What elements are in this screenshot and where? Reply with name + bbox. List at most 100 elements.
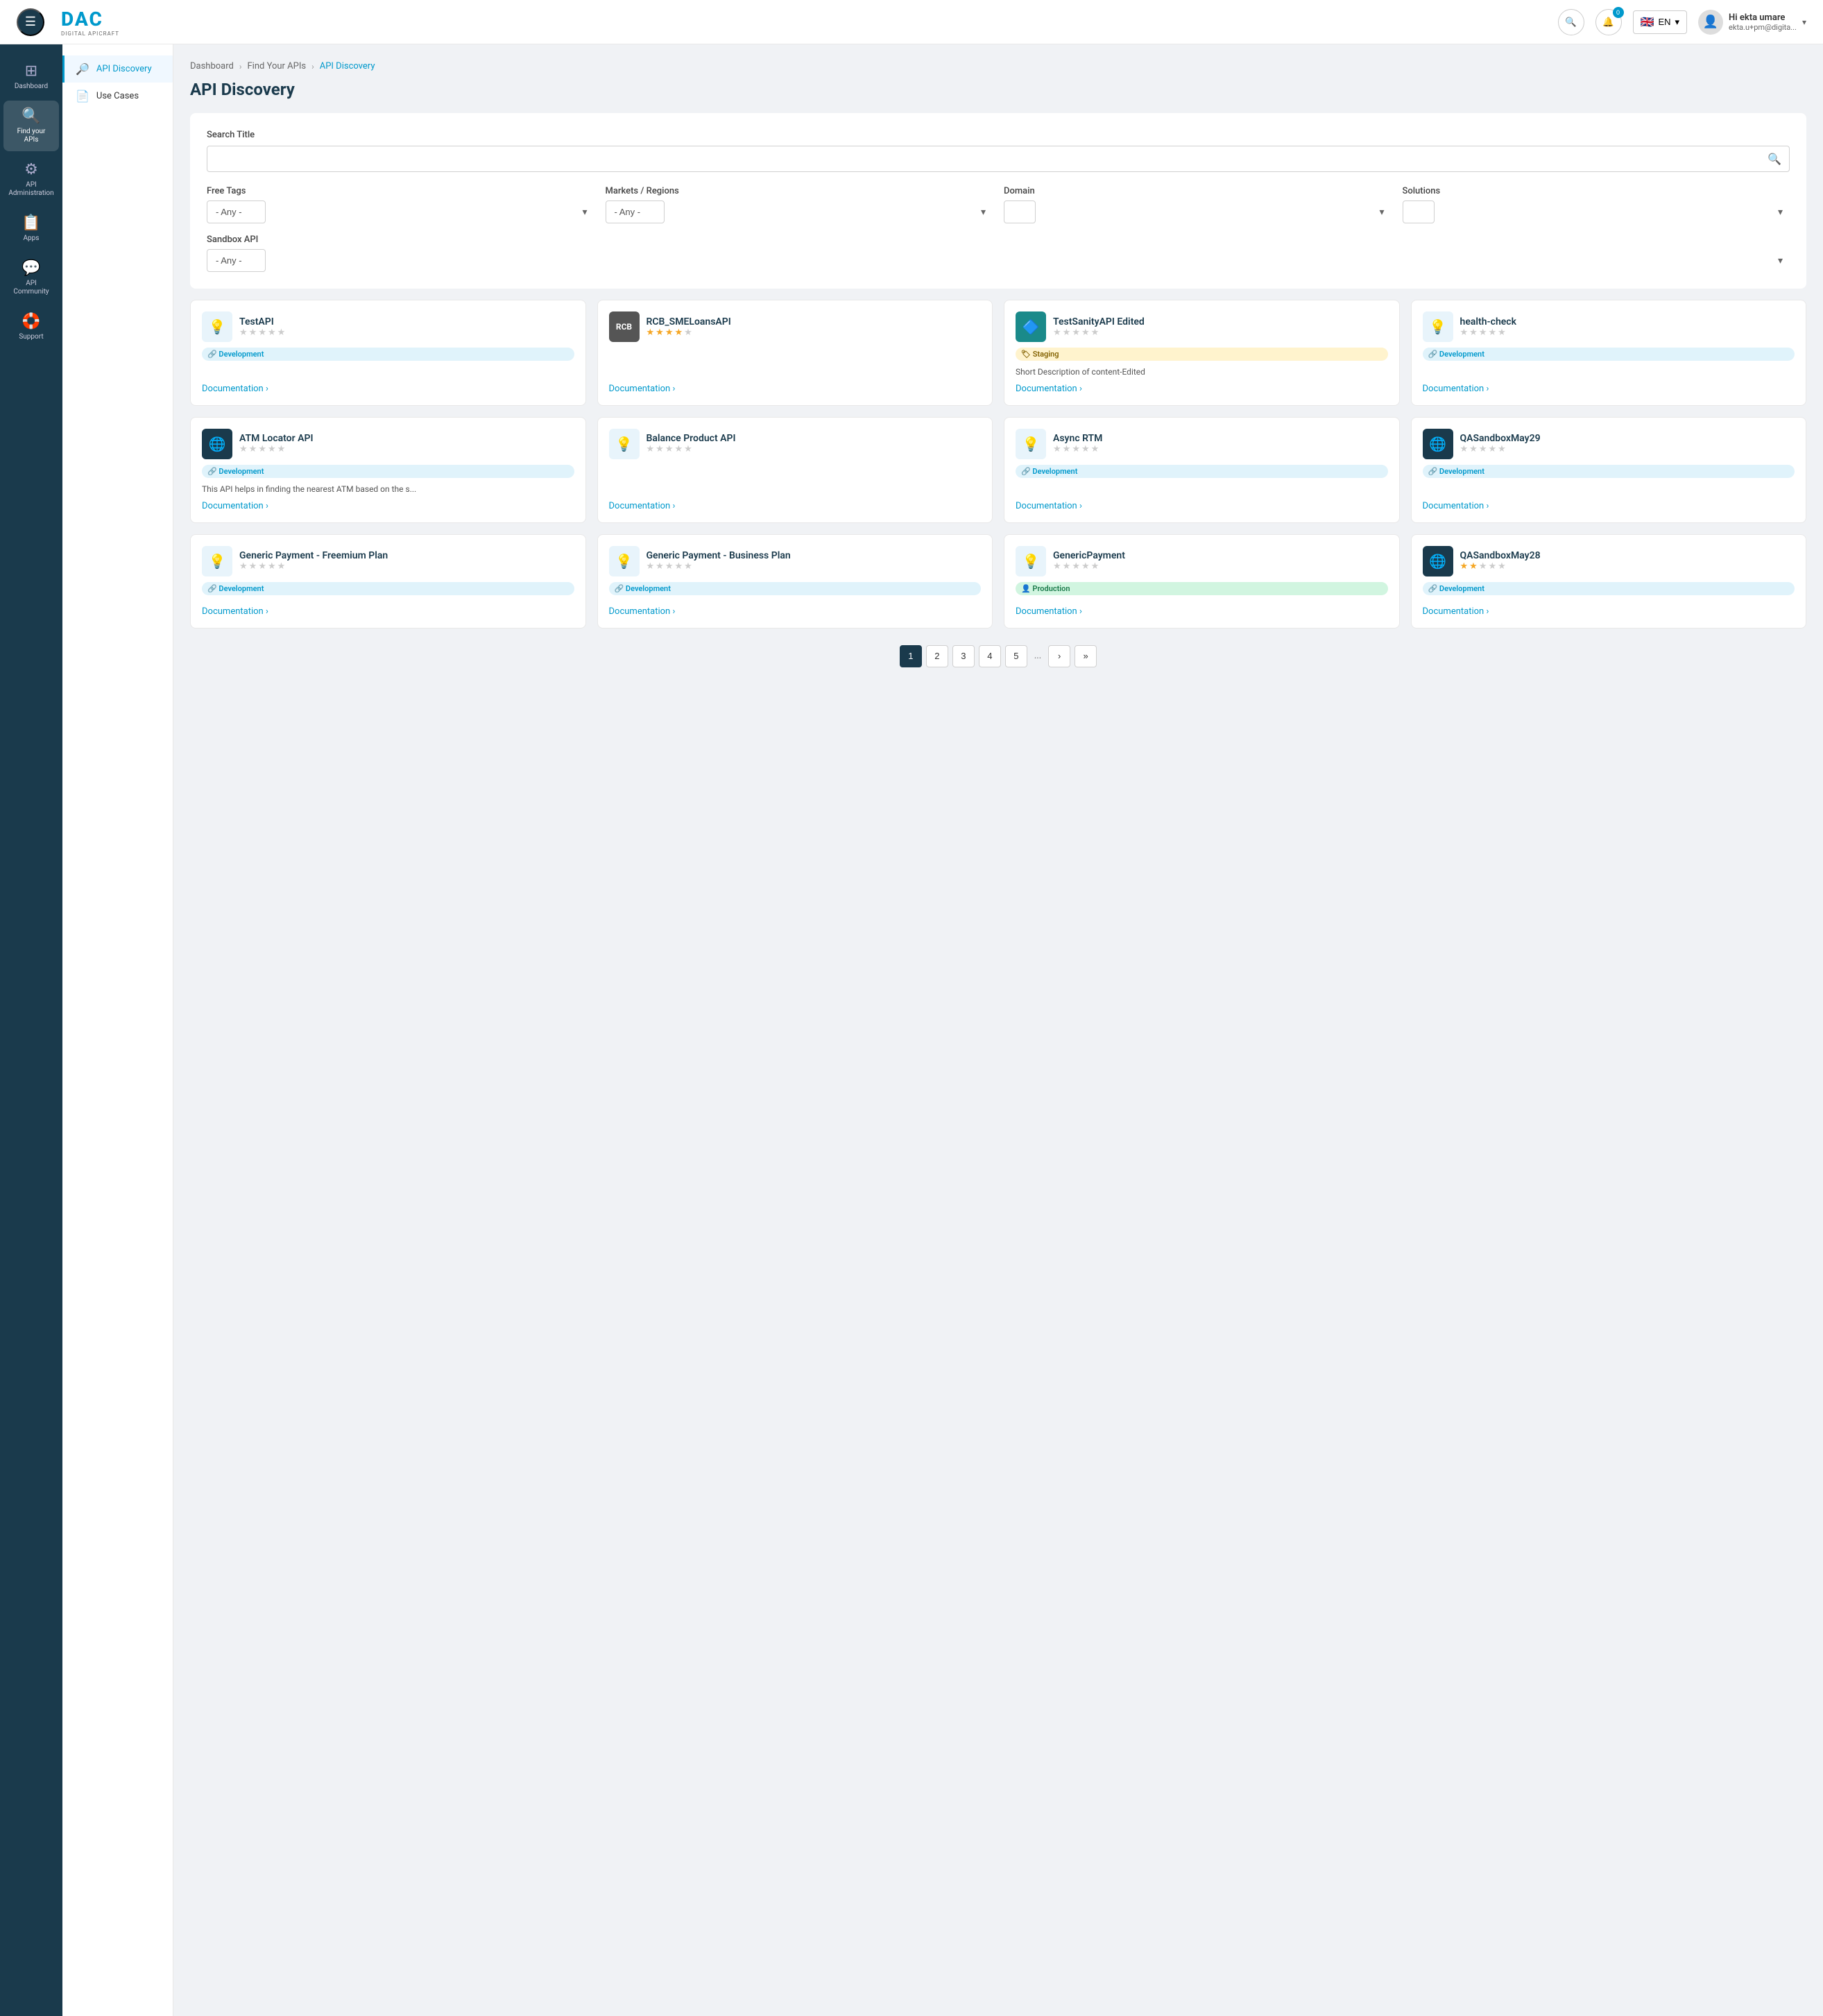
card-thumb-atm-locator: 🌐 bbox=[202, 429, 232, 459]
card-link-qasandboxmay28[interactable]: Documentation › bbox=[1423, 606, 1795, 617]
filter-select-sandbox[interactable]: - Any - bbox=[207, 249, 266, 272]
support-icon: 🛟 bbox=[22, 313, 40, 330]
card-stars-genericpayment: ★★★★★ bbox=[1053, 561, 1125, 572]
filter-group-free-tags: Free Tags - Any - bbox=[207, 186, 594, 223]
api-card-generic-payment-freemium: 💡 Generic Payment - Freemium Plan ★★★★★ … bbox=[190, 534, 586, 629]
page-button-1[interactable]: 1 bbox=[900, 645, 922, 667]
page-button-2[interactable]: 2 bbox=[926, 645, 948, 667]
filter-select-solutions[interactable] bbox=[1403, 200, 1435, 223]
card-link-test-sanity[interactable]: Documentation › bbox=[1016, 384, 1388, 394]
card-link-genericpayment[interactable]: Documentation › bbox=[1016, 606, 1388, 617]
global-search-button[interactable]: 🔍 bbox=[1558, 9, 1584, 35]
pagination-next-button[interactable]: › bbox=[1048, 645, 1070, 667]
notifications-button[interactable]: 🔔 0 bbox=[1595, 9, 1622, 35]
breadcrumb-dashboard[interactable]: Dashboard bbox=[190, 61, 234, 71]
language-selector[interactable]: 🇬🇧 EN ▾ bbox=[1633, 10, 1688, 34]
lang-chevron-icon: ▾ bbox=[1675, 17, 1680, 28]
sidebar-label-support: Support bbox=[19, 333, 43, 341]
search-icon-inside: 🔍 bbox=[1768, 153, 1781, 166]
sidebar: ⊞ Dashboard 🔍 Find your APIs ⚙ API Admin… bbox=[0, 44, 62, 2016]
card-header-genericpayment: 💡 GenericPayment ★★★★★ bbox=[1016, 546, 1388, 576]
card-badge-async-rtm: 🔗 Development bbox=[1016, 465, 1388, 478]
search-input[interactable] bbox=[207, 146, 1790, 172]
sidebar-label-api-community: API Community bbox=[9, 280, 53, 296]
sub-sidebar-item-api-discovery[interactable]: 🔎 API Discovery bbox=[62, 55, 173, 83]
card-header-balance-product: 💡 Balance Product API ★★★★★ bbox=[609, 429, 982, 459]
card-header-rcb-sme: RCB RCB_SMELoansAPI ★★★★★ bbox=[609, 311, 982, 342]
filter-label-domain: Domain bbox=[1004, 186, 1392, 196]
top-header: ☰ DAC DIGITAL APICRAFT 🔍 🔔 0 🇬🇧 EN ▾ 👤 H… bbox=[0, 0, 1823, 44]
page-button-4[interactable]: 4 bbox=[979, 645, 1001, 667]
card-desc-test-sanity: Short Description of content-Edited bbox=[1016, 366, 1388, 378]
card-title-test-sanity: TestSanityAPI Edited bbox=[1053, 316, 1145, 327]
card-badge-generic-payment-business: 🔗 Development bbox=[609, 582, 982, 595]
card-title-balance-product: Balance Product API bbox=[647, 433, 736, 444]
hamburger-button[interactable]: ☰ bbox=[17, 8, 44, 36]
use-cases-icon: 📄 bbox=[76, 89, 89, 103]
card-link-atm-locator[interactable]: Documentation › bbox=[202, 501, 574, 511]
card-title-async-rtm: Async RTM bbox=[1053, 433, 1102, 444]
page-button-5[interactable]: 5 bbox=[1005, 645, 1027, 667]
card-badge-qasandboxmay29: 🔗 Development bbox=[1423, 465, 1795, 478]
api-discovery-icon: 🔎 bbox=[76, 62, 89, 76]
card-header-qasandboxmay28: 🌐 QASandboxMay28 ★★★★★ bbox=[1423, 546, 1795, 576]
sidebar-item-apps[interactable]: 📋 Apps bbox=[3, 207, 59, 250]
card-thumb-qasandboxmay29: 🌐 bbox=[1423, 429, 1453, 459]
breadcrumb-find-your-apis[interactable]: Find Your APIs bbox=[247, 61, 306, 71]
sidebar-item-api-community[interactable]: 💬 API Community bbox=[3, 253, 59, 303]
card-header-health-check: 💡 health-check ★★★★★ bbox=[1423, 311, 1795, 342]
breadcrumb: Dashboard › Find Your APIs › API Discove… bbox=[190, 61, 1806, 71]
card-header-atm-locator: 🌐 ATM Locator API ★★★★★ bbox=[202, 429, 574, 459]
user-menu[interactable]: 👤 Hi ekta umare ekta.u+pm@digita... ▾ bbox=[1698, 10, 1806, 35]
sidebar-label-apps: Apps bbox=[24, 234, 40, 243]
card-title-qasandboxmay28: QASandboxMay28 bbox=[1460, 550, 1541, 561]
filter-select-markets-regions[interactable]: - Any - bbox=[606, 200, 665, 223]
user-info: Hi ekta umare ekta.u+pm@digita... bbox=[1729, 12, 1797, 32]
api-card-qasandboxmay29: 🌐 QASandboxMay29 ★★★★★ 🔗 Development Doc… bbox=[1411, 417, 1807, 523]
sub-sidebar: 🔎 API Discovery 📄 Use Cases bbox=[62, 44, 173, 2016]
api-card-health-check: 💡 health-check ★★★★★ 🔗 Development Docum… bbox=[1411, 300, 1807, 406]
dashboard-icon: ⊞ bbox=[25, 62, 37, 80]
sub-sidebar-item-use-cases[interactable]: 📄 Use Cases bbox=[62, 83, 173, 110]
card-desc-testapi bbox=[202, 366, 574, 378]
filter-select-domain[interactable] bbox=[1004, 200, 1036, 223]
filter-select-wrap-markets-regions: - Any - bbox=[606, 200, 993, 223]
card-stars-generic-payment-business: ★★★★★ bbox=[647, 561, 791, 572]
header-right: 🔍 🔔 0 🇬🇧 EN ▾ 👤 Hi ekta umare ekta.u+pm@… bbox=[1558, 9, 1806, 35]
sidebar-label-find-apis: Find your APIs bbox=[9, 128, 53, 144]
card-link-rcb-sme[interactable]: Documentation › bbox=[609, 384, 982, 394]
filter-label-sandbox: Sandbox API bbox=[207, 234, 1790, 245]
sidebar-item-dashboard[interactable]: ⊞ Dashboard bbox=[3, 55, 59, 98]
api-admin-icon: ⚙ bbox=[24, 161, 38, 178]
avatar: 👤 bbox=[1698, 10, 1723, 35]
card-link-qasandboxmay29[interactable]: Documentation › bbox=[1423, 501, 1795, 511]
card-link-generic-payment-business[interactable]: Documentation › bbox=[609, 606, 982, 617]
filter-select-free-tags[interactable]: - Any - bbox=[207, 200, 266, 223]
card-header-generic-payment-business: 💡 Generic Payment - Business Plan ★★★★★ bbox=[609, 546, 982, 576]
card-link-balance-product[interactable]: Documentation › bbox=[609, 501, 982, 511]
filter-label-solutions: Solutions bbox=[1403, 186, 1790, 196]
pagination: 1 2 3 4 5 ... › » bbox=[190, 645, 1806, 667]
card-title-generic-payment-freemium: Generic Payment - Freemium Plan bbox=[239, 550, 388, 561]
card-desc-qasandboxmay29 bbox=[1423, 484, 1795, 495]
sidebar-item-find-your-apis[interactable]: 🔍 Find your APIs bbox=[3, 101, 59, 151]
card-link-testapi[interactable]: Documentation › bbox=[202, 384, 574, 394]
filter-group-markets-regions: Markets / Regions - Any - bbox=[606, 186, 993, 223]
card-link-async-rtm[interactable]: Documentation › bbox=[1016, 501, 1388, 511]
sidebar-item-support[interactable]: 🛟 Support bbox=[3, 306, 59, 348]
card-stars-qasandboxmay29: ★★★★★ bbox=[1460, 444, 1541, 454]
card-badge-health-check: 🔗 Development bbox=[1423, 348, 1795, 361]
card-thumb-genericpayment: 💡 bbox=[1016, 546, 1046, 576]
card-stars-qasandboxmay28: ★★★★★ bbox=[1460, 561, 1541, 572]
hamburger-icon: ☰ bbox=[25, 15, 36, 29]
sidebar-item-api-administration[interactable]: ⚙ API Administration bbox=[3, 154, 59, 205]
sidebar-label-dashboard: Dashboard bbox=[15, 83, 48, 91]
card-link-health-check[interactable]: Documentation › bbox=[1423, 384, 1795, 394]
card-stars-health-check: ★★★★★ bbox=[1460, 327, 1517, 338]
card-stars-rcb-sme: ★★★★★ bbox=[647, 327, 731, 338]
pagination-last-button[interactable]: » bbox=[1075, 645, 1097, 667]
card-title-health-check: health-check bbox=[1460, 316, 1517, 327]
page-button-3[interactable]: 3 bbox=[952, 645, 975, 667]
filter-group-domain: Domain bbox=[1004, 186, 1392, 223]
card-link-generic-payment-freemium[interactable]: Documentation › bbox=[202, 606, 574, 617]
